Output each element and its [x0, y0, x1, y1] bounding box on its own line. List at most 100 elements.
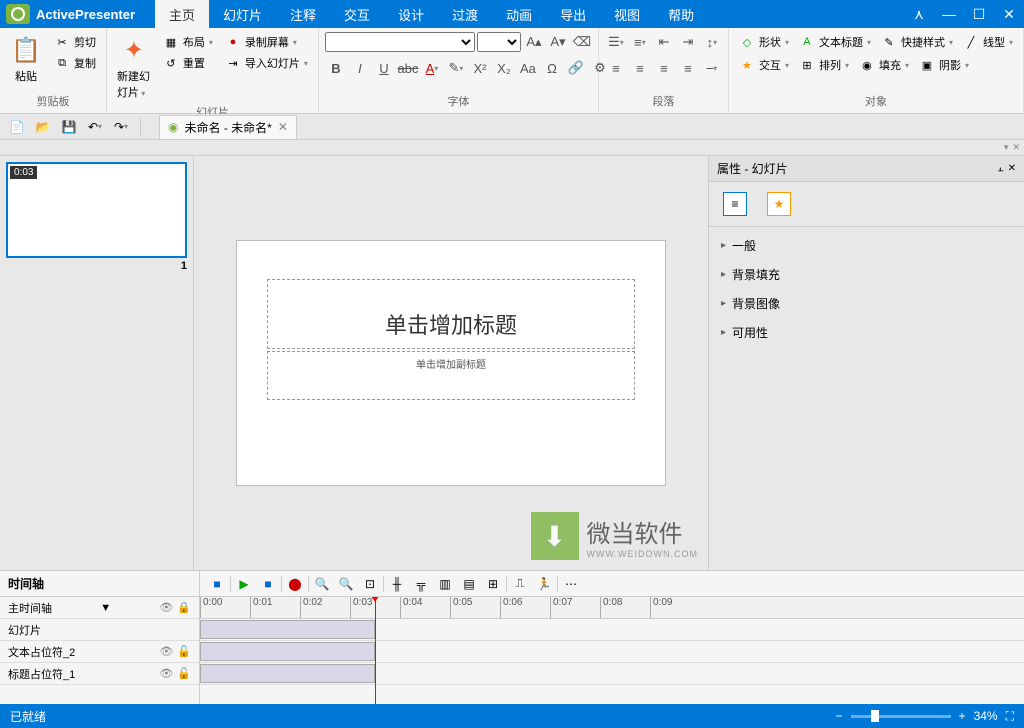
collapse-ribbon-icon[interactable]: ⋏ — [904, 0, 934, 28]
track-title-ph[interactable]: 标题占位符_1👁🔓 — [0, 663, 199, 685]
align-left-icon[interactable]: ≡ — [605, 58, 627, 78]
clip-title[interactable] — [200, 664, 375, 683]
fit-screen-icon[interactable]: ⛶ — [1006, 709, 1014, 724]
align-justify-icon[interactable]: ≡ — [677, 58, 699, 78]
fill-button[interactable]: ◉填充 — [855, 55, 913, 75]
timeline-ruler[interactable]: 0:000:010:020:030:040:050:060:070:080:09 — [200, 597, 1024, 619]
title-placeholder[interactable]: 单击增加标题 — [267, 279, 635, 349]
props-tab-general-icon[interactable]: ≡ — [723, 192, 747, 216]
highlight-icon[interactable]: ✎ — [445, 58, 467, 78]
strike-icon[interactable]: abc — [397, 58, 419, 78]
paste-button[interactable]: 📋 粘贴 — [6, 32, 46, 86]
align-center-icon[interactable]: ≡ — [629, 58, 651, 78]
italic-icon[interactable]: I — [349, 58, 371, 78]
new-doc-icon[interactable]: 📄 — [6, 117, 28, 137]
align-right-icon[interactable]: ≡ — [653, 58, 675, 78]
maximize-icon[interactable]: ☐ — [964, 0, 994, 28]
quickstyle-button[interactable]: ✎快捷样式 — [877, 32, 957, 52]
lock-icon[interactable]: 🔒 — [177, 601, 191, 614]
tab-transition[interactable]: 过渡 — [438, 0, 492, 28]
stop-icon[interactable]: ■ — [206, 574, 228, 594]
grow-font-icon[interactable]: A▴ — [523, 32, 545, 52]
tab-interact[interactable]: 交互 — [330, 0, 384, 28]
valign-icon[interactable]: ⎯ — [701, 58, 723, 78]
props-item-availability[interactable]: 可用性 — [709, 318, 1024, 347]
zoom-out-icon[interactable]: 🔍 — [335, 574, 357, 594]
visibility-icon[interactable]: 👁 — [159, 667, 173, 680]
redo-icon[interactable]: ↷ — [110, 117, 132, 137]
close-icon[interactable]: ✕ — [994, 0, 1024, 28]
interact-button[interactable]: ★交互 — [735, 55, 793, 75]
playhead[interactable] — [375, 597, 376, 704]
track-text-ph[interactable]: 文本占位符_2👁🔓 — [0, 641, 199, 663]
play-icon[interactable]: ▶ — [233, 574, 255, 594]
record-stop-icon[interactable]: ■ — [257, 574, 279, 594]
underline-icon[interactable]: U — [373, 58, 395, 78]
layout-button[interactable]: ▦布局 — [159, 32, 217, 52]
font-family-select[interactable] — [325, 32, 475, 52]
tab-design[interactable]: 设计 — [384, 0, 438, 28]
zoom-in-status-icon[interactable]: + — [959, 709, 966, 723]
slide-thumbnail-1[interactable]: 0:03 — [6, 162, 187, 258]
tab-view[interactable]: 视图 — [600, 0, 654, 28]
indent-icon[interactable]: ⇥ — [677, 32, 699, 52]
merge-icon[interactable]: ╦ — [410, 574, 432, 594]
timeline-ruler-area[interactable]: 0:000:010:020:030:040:050:060:070:080:09 — [200, 597, 1024, 704]
clip-text[interactable] — [200, 642, 375, 661]
arrange-button[interactable]: ⊞排列 — [795, 55, 853, 75]
tab-home[interactable]: 主页 — [155, 0, 209, 28]
shrink-font-icon[interactable]: A▾ — [547, 32, 569, 52]
zoom-fit-icon[interactable]: ⊡ — [359, 574, 381, 594]
motion-icon[interactable]: 🏃 — [533, 574, 555, 594]
track-row-title[interactable] — [200, 663, 1024, 685]
bold-icon[interactable]: B — [325, 58, 347, 78]
close-tab-icon[interactable]: ✕ — [278, 120, 288, 134]
more-icon[interactable]: ⋯ — [560, 574, 582, 594]
reset-button[interactable]: ↺重置 — [159, 53, 217, 73]
track-slide[interactable]: 幻灯片 — [0, 619, 199, 641]
tab-animation[interactable]: 动画 — [492, 0, 546, 28]
undo-icon[interactable]: ↶ — [84, 117, 106, 137]
import-slides-button[interactable]: ⇥导入幻灯片 — [221, 53, 312, 73]
zoom-slider[interactable] — [851, 715, 951, 718]
zoom-value[interactable]: 34% — [974, 709, 998, 723]
slide-canvas[interactable]: 单击增加标题 单击增加副标题 — [236, 240, 666, 486]
align-tl-icon[interactable]: ⊞ — [482, 574, 504, 594]
alert-icon[interactable]: ⬤ — [284, 574, 306, 594]
document-tab[interactable]: ◉ 未命名 - 未命名* ✕ — [159, 115, 297, 139]
bullets-icon[interactable]: ☰ — [605, 32, 627, 52]
zoom-in-icon[interactable]: 🔍 — [311, 574, 333, 594]
superscript-icon[interactable]: X² — [469, 58, 491, 78]
props-item-bgimage[interactable]: 背景图像 — [709, 289, 1024, 318]
case-icon[interactable]: Aa — [517, 58, 539, 78]
tab-slides[interactable]: 幻灯片 — [209, 0, 276, 28]
split-icon[interactable]: ╫ — [386, 574, 408, 594]
cut-button[interactable]: ✂剪切 — [50, 32, 100, 52]
subtitle-placeholder[interactable]: 单击增加副标题 — [267, 351, 635, 400]
panel-close-icon[interactable]: ✕ — [1012, 142, 1020, 153]
track-main[interactable]: 主时间轴 ▼ 👁🔒 — [0, 597, 199, 619]
symbol-icon[interactable]: Ω — [541, 58, 563, 78]
outdent-icon[interactable]: ⇤ — [653, 32, 675, 52]
record-button[interactable]: ●录制屏幕 — [221, 32, 312, 52]
tab-annotate[interactable]: 注释 — [276, 0, 330, 28]
caption-button[interactable]: A文本标题 — [795, 32, 875, 52]
numbering-icon[interactable]: ≡ — [629, 32, 651, 52]
layers-icon[interactable]: ▤ — [458, 574, 480, 594]
subscript-icon[interactable]: X₂ — [493, 58, 515, 78]
open-doc-icon[interactable]: 📂 — [32, 117, 54, 137]
tab-export[interactable]: 导出 — [546, 0, 600, 28]
clip-slide[interactable] — [200, 620, 375, 639]
lock-icon[interactable]: 🔓 — [177, 645, 191, 658]
lock-icon[interactable]: 🔓 — [177, 667, 191, 680]
panel-menu-icon[interactable]: ▾ — [1004, 142, 1009, 153]
panel-close-icon[interactable]: ✕ — [1008, 163, 1016, 174]
pin-icon[interactable]: ⫠ — [998, 163, 1004, 174]
font-size-select[interactable] — [477, 32, 521, 52]
track-row-text[interactable] — [200, 641, 1024, 663]
props-item-general[interactable]: 一般 — [709, 231, 1024, 260]
snap-icon[interactable]: ⎍ — [509, 574, 531, 594]
props-item-bgfill[interactable]: 背景填充 — [709, 260, 1024, 289]
group-icon[interactable]: ▥ — [434, 574, 456, 594]
visibility-icon[interactable]: 👁 — [159, 601, 173, 614]
